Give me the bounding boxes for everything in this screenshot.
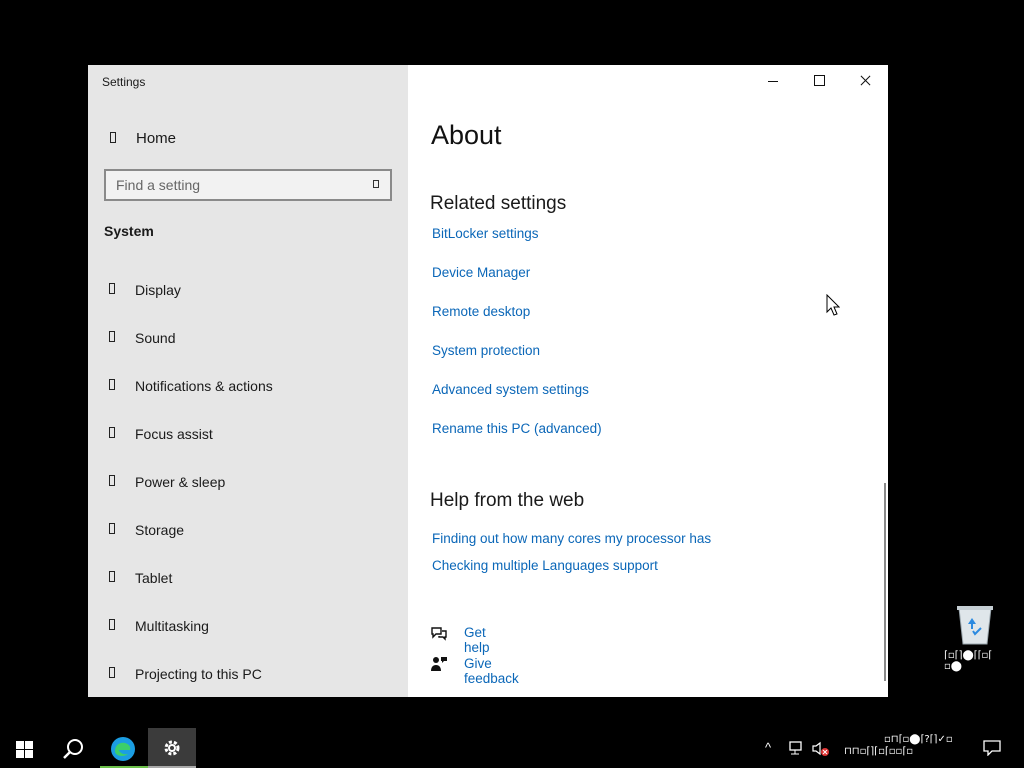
- search-icon[interactable]: [373, 180, 379, 188]
- tray-glyphs-top: ▫⊓⌈▫⬤⌈?⌈⌉✓▫: [884, 734, 953, 745]
- taskbar: ^ ▫⊓⌈▫⬤⌈?⌈⌉✓▫ ⊓⊓▫⌈⌉⌈▫⌈▫▫⌈▫: [0, 728, 1024, 768]
- sidebar-item-label: Projecting to this PC: [135, 666, 262, 682]
- sidebar-item-display[interactable]: Display: [88, 266, 408, 314]
- mouse-cursor-icon: [826, 293, 841, 321]
- give-feedback-link[interactable]: Give feedback: [464, 656, 519, 686]
- settings-window: Settings Home System Display Sound Notif…: [88, 65, 888, 697]
- window-controls: [750, 65, 888, 97]
- notification-center-icon[interactable]: [983, 740, 1001, 756]
- network-icon[interactable]: [789, 741, 805, 755]
- search-box[interactable]: [104, 169, 392, 201]
- sidebar-item-label: Sound: [135, 330, 176, 346]
- tablet-icon: [109, 571, 115, 582]
- desktop-icon-label: ⌈▫⌈⌉⬤⌈⌈▫⌈ ▫⬤: [944, 650, 993, 672]
- projecting-icon: [109, 667, 115, 678]
- storage-icon: [109, 523, 115, 534]
- page-title: About: [431, 120, 502, 150]
- sidebar-item-tablet[interactable]: Tablet: [88, 554, 408, 602]
- section-title: System: [104, 223, 154, 239]
- link-rename-pc[interactable]: Rename this PC (advanced): [432, 421, 602, 436]
- power-icon: [109, 475, 115, 486]
- help-heading: Help from the web: [430, 490, 585, 511]
- volume-muted-icon[interactable]: [812, 741, 830, 757]
- search-input[interactable]: [106, 171, 356, 199]
- edge-taskbar-button[interactable]: [100, 728, 148, 768]
- nav-list: Display Sound Notifications & actions Fo…: [88, 266, 408, 697]
- settings-taskbar-button[interactable]: [148, 728, 196, 768]
- tray-clock[interactable]: ▫⊓⌈▫⬤⌈?⌈⌉✓▫ ⊓⊓▫⌈⌉⌈▫⌈▫▫⌈▫: [844, 734, 964, 758]
- sidebar-item-label: Power & sleep: [135, 474, 226, 490]
- windows-logo-icon: [16, 741, 33, 758]
- gear-icon: [164, 740, 180, 756]
- link-system-protection[interactable]: System protection: [432, 343, 540, 358]
- app-title: Settings: [102, 75, 146, 89]
- sidebar-item-notifications[interactable]: Notifications & actions: [88, 362, 408, 410]
- focus-assist-icon: [109, 427, 115, 438]
- link-languages-help[interactable]: Checking multiple Languages support: [432, 558, 658, 573]
- notifications-icon: [109, 379, 115, 390]
- recycle-bin-icon[interactable]: [953, 602, 997, 646]
- sidebar-item-label: Notifications & actions: [135, 378, 273, 394]
- chevron-up-icon[interactable]: ^: [765, 740, 771, 755]
- home-label: Home: [136, 130, 177, 147]
- get-help-link[interactable]: Get help: [464, 625, 490, 655]
- scrollbar[interactable]: [884, 483, 886, 681]
- sidebar-item-projecting[interactable]: Projecting to this PC: [88, 650, 408, 697]
- close-button[interactable]: [842, 65, 888, 97]
- feedback-person-icon: [430, 656, 448, 675]
- sidebar: Settings Home System Display Sound Notif…: [88, 65, 408, 697]
- sidebar-item-power-sleep[interactable]: Power & sleep: [88, 458, 408, 506]
- sidebar-item-label: Display: [135, 282, 181, 298]
- sidebar-item-label: Multitasking: [135, 618, 209, 634]
- tray-glyphs-bottom: ⊓⊓▫⌈⌉⌈▫⌈▫▫⌈▫: [844, 746, 913, 757]
- content-pane: About Related settings BitLocker setting…: [408, 65, 888, 697]
- maximize-button[interactable]: [796, 65, 842, 97]
- sidebar-item-home[interactable]: Home: [88, 121, 408, 155]
- sidebar-item-focus-assist[interactable]: Focus assist: [88, 410, 408, 458]
- sidebar-item-multitasking[interactable]: Multitasking: [88, 602, 408, 650]
- link-advanced-system-settings[interactable]: Advanced system settings: [432, 382, 589, 397]
- sidebar-item-label: Storage: [135, 522, 185, 538]
- link-bitlocker-settings[interactable]: BitLocker settings: [432, 226, 539, 241]
- sidebar-item-label: Focus assist: [135, 426, 213, 442]
- search-icon: [63, 739, 83, 759]
- sidebar-item-label: Tablet: [135, 570, 173, 586]
- start-button[interactable]: [0, 728, 48, 768]
- related-settings-heading: Related settings: [430, 193, 567, 214]
- chat-help-icon: [430, 625, 448, 644]
- link-remote-desktop[interactable]: Remote desktop: [432, 304, 530, 319]
- sound-icon: [109, 331, 115, 342]
- sidebar-item-storage[interactable]: Storage: [88, 506, 408, 554]
- edge-icon: [111, 737, 135, 761]
- sidebar-item-sound[interactable]: Sound: [88, 314, 408, 362]
- minimize-button[interactable]: [750, 65, 796, 97]
- multitasking-icon: [109, 619, 115, 630]
- link-cores-help[interactable]: Finding out how many cores my processor …: [432, 531, 711, 546]
- taskbar-search-button[interactable]: [48, 728, 96, 768]
- home-icon: [110, 132, 116, 143]
- link-device-manager[interactable]: Device Manager: [432, 265, 530, 280]
- display-icon: [109, 283, 115, 294]
